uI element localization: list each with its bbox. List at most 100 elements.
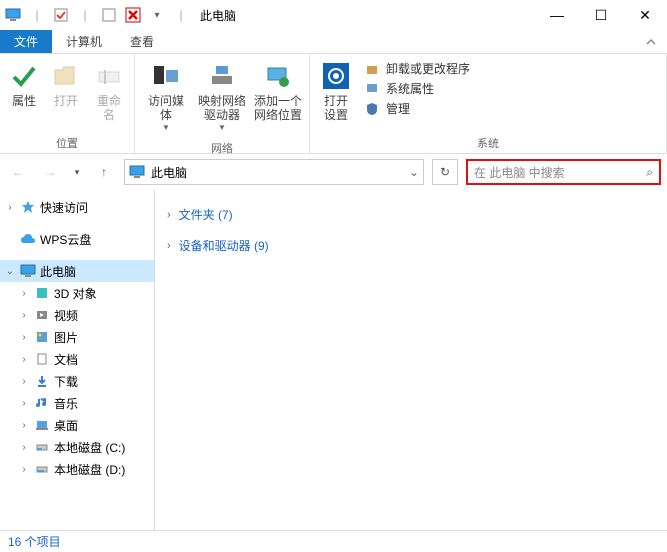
navigation-pane: › 快速访问 WPS云盘 ⌄ 此电脑 ›3D 对象›视频›图片›文档›下载›音乐… <box>0 190 155 530</box>
chevron-right-icon[interactable]: › <box>4 202 16 213</box>
tab-file[interactable]: 文件 <box>0 30 52 53</box>
star-icon <box>20 199 36 215</box>
maximize-button[interactable]: ☐ <box>579 0 623 30</box>
item-icon <box>34 461 50 477</box>
section-folders[interactable]: › 文件夹 (7) <box>167 206 655 223</box>
quick-access-toolbar: | | ▾ | <box>4 6 190 24</box>
pc-icon <box>20 263 36 279</box>
map-network-button[interactable]: 映射网络 驱动器 ▼ <box>195 58 249 134</box>
chevron-down-icon[interactable]: ⌄ <box>4 266 16 277</box>
qat-separator: | <box>76 6 94 24</box>
item-icon <box>34 373 50 389</box>
search-icon[interactable]: ⌕ <box>646 165 653 180</box>
chevron-right-icon[interactable]: › <box>18 288 30 299</box>
chevron-right-icon[interactable]: › <box>18 332 30 343</box>
address-dropdown-icon[interactable]: ⌄ <box>409 165 419 179</box>
up-button[interactable]: ↑ <box>92 160 116 184</box>
uninstall-programs-button[interactable]: 卸载或更改程序 <box>364 60 470 77</box>
item-icon <box>34 395 50 411</box>
settings-gear-icon <box>320 60 352 92</box>
window-title: 此电脑 <box>200 7 236 24</box>
red-x-icon[interactable] <box>124 6 142 24</box>
chevron-right-icon[interactable]: › <box>18 398 30 409</box>
box-icon <box>364 61 380 77</box>
chevron-right-icon[interactable]: › <box>18 310 30 321</box>
item-icon <box>34 439 50 455</box>
item-icon <box>34 417 50 433</box>
properties-button[interactable]: 属性 <box>4 58 44 110</box>
ribbon-group-label: 系统 <box>310 133 666 153</box>
rename-button[interactable]: 重命名 <box>88 58 130 125</box>
rename-icon <box>93 60 125 92</box>
section-drives[interactable]: › 设备和驱动器 (9) <box>167 237 655 254</box>
system-properties-button[interactable]: 系统属性 <box>364 80 470 97</box>
address-bar[interactable]: 此电脑 ⌄ <box>124 159 424 185</box>
manage-button[interactable]: 管理 <box>364 100 470 117</box>
sidebar-item[interactable]: › 本地磁盘 (C:) <box>0 436 154 458</box>
open-folder-icon <box>50 60 82 92</box>
title-bar: | | ▾ | 此电脑 — ☐ ✕ <box>0 0 667 30</box>
monitor-icon <box>364 81 380 97</box>
add-network-location-button[interactable]: 添加一个 网络位置 <box>251 58 305 125</box>
item-label: 本地磁盘 (C:) <box>54 439 125 456</box>
qat-separator: | <box>28 6 46 24</box>
status-bar: 16 个项目 <box>0 530 667 552</box>
pc-icon <box>129 165 145 179</box>
content-pane: › 文件夹 (7) › 设备和驱动器 (9) <box>155 190 667 530</box>
item-label: 桌面 <box>54 417 78 434</box>
tab-view[interactable]: 查看 <box>116 30 168 53</box>
media-server-icon <box>150 60 182 92</box>
network-location-icon <box>262 60 294 92</box>
sidebar-item-quick-access[interactable]: › 快速访问 <box>0 196 154 218</box>
network-drive-icon <box>206 60 238 92</box>
ribbon-collapse-button[interactable] <box>635 30 667 53</box>
open-settings-button[interactable]: 打开 设置 <box>314 58 358 125</box>
checkbox-checked-icon[interactable] <box>52 6 70 24</box>
search-box[interactable]: 在 此电脑 中搜索 ⌕ <box>466 159 661 185</box>
sidebar-item[interactable]: › 图片 <box>0 326 154 348</box>
ribbon-group-label: 位置 <box>0 133 134 153</box>
sidebar-item[interactable]: › 3D 对象 <box>0 282 154 304</box>
qat-dropdown-icon[interactable]: ▾ <box>148 6 166 24</box>
forward-button[interactable]: → <box>38 160 62 184</box>
search-placeholder: 在 此电脑 中搜索 <box>474 164 646 181</box>
back-button[interactable]: ← <box>6 160 30 184</box>
item-label: 图片 <box>54 329 78 346</box>
chevron-right-icon[interactable]: › <box>18 376 30 387</box>
ribbon-group-network: 访问媒体 ▼ 映射网络 驱动器 ▼ 添加一个 网络位置 网络 <box>135 54 310 153</box>
item-label: 3D 对象 <box>54 285 97 302</box>
chevron-right-icon[interactable]: › <box>167 209 171 221</box>
address-location: 此电脑 <box>151 164 403 181</box>
minimize-button[interactable]: — <box>535 0 579 30</box>
item-icon <box>34 329 50 345</box>
ribbon: 属性 打开 重命名 位置 访问媒体 ▼ 映射网络 驱动器 ▼ <box>0 54 667 154</box>
chevron-right-icon[interactable]: › <box>18 354 30 365</box>
chevron-right-icon[interactable]: › <box>167 240 171 252</box>
qat-separator: | <box>172 6 190 24</box>
sidebar-item[interactable]: › 音乐 <box>0 392 154 414</box>
access-media-button[interactable]: 访问媒体 ▼ <box>139 58 193 134</box>
close-button[interactable]: ✕ <box>623 0 667 30</box>
cloud-icon <box>20 231 36 247</box>
sidebar-item[interactable]: ›文档 <box>0 348 154 370</box>
chevron-right-icon[interactable]: › <box>18 442 30 453</box>
ribbon-tabs: 文件 计算机 查看 <box>0 30 667 54</box>
tab-computer[interactable]: 计算机 <box>52 30 116 53</box>
refresh-button[interactable]: ↻ <box>432 159 458 185</box>
checkmark-icon <box>8 60 40 92</box>
sidebar-item[interactable]: ›本地磁盘 (D:) <box>0 458 154 480</box>
sidebar-item[interactable]: › 桌面 <box>0 414 154 436</box>
open-button[interactable]: 打开 <box>46 58 86 110</box>
sidebar-item-wps[interactable]: WPS云盘 <box>0 228 154 250</box>
chevron-right-icon[interactable]: › <box>18 420 30 431</box>
sidebar-item[interactable]: ›下载 <box>0 370 154 392</box>
item-label: 视频 <box>54 307 78 324</box>
item-label: 音乐 <box>54 395 78 412</box>
checkbox-empty-icon[interactable] <box>100 6 118 24</box>
history-dropdown[interactable]: ▾ <box>70 160 84 184</box>
sidebar-item[interactable]: › 视频 <box>0 304 154 326</box>
item-icon <box>34 285 50 301</box>
shield-icon <box>364 101 380 117</box>
sidebar-item-this-pc[interactable]: ⌄ 此电脑 <box>0 260 154 282</box>
chevron-right-icon[interactable]: › <box>18 464 30 475</box>
